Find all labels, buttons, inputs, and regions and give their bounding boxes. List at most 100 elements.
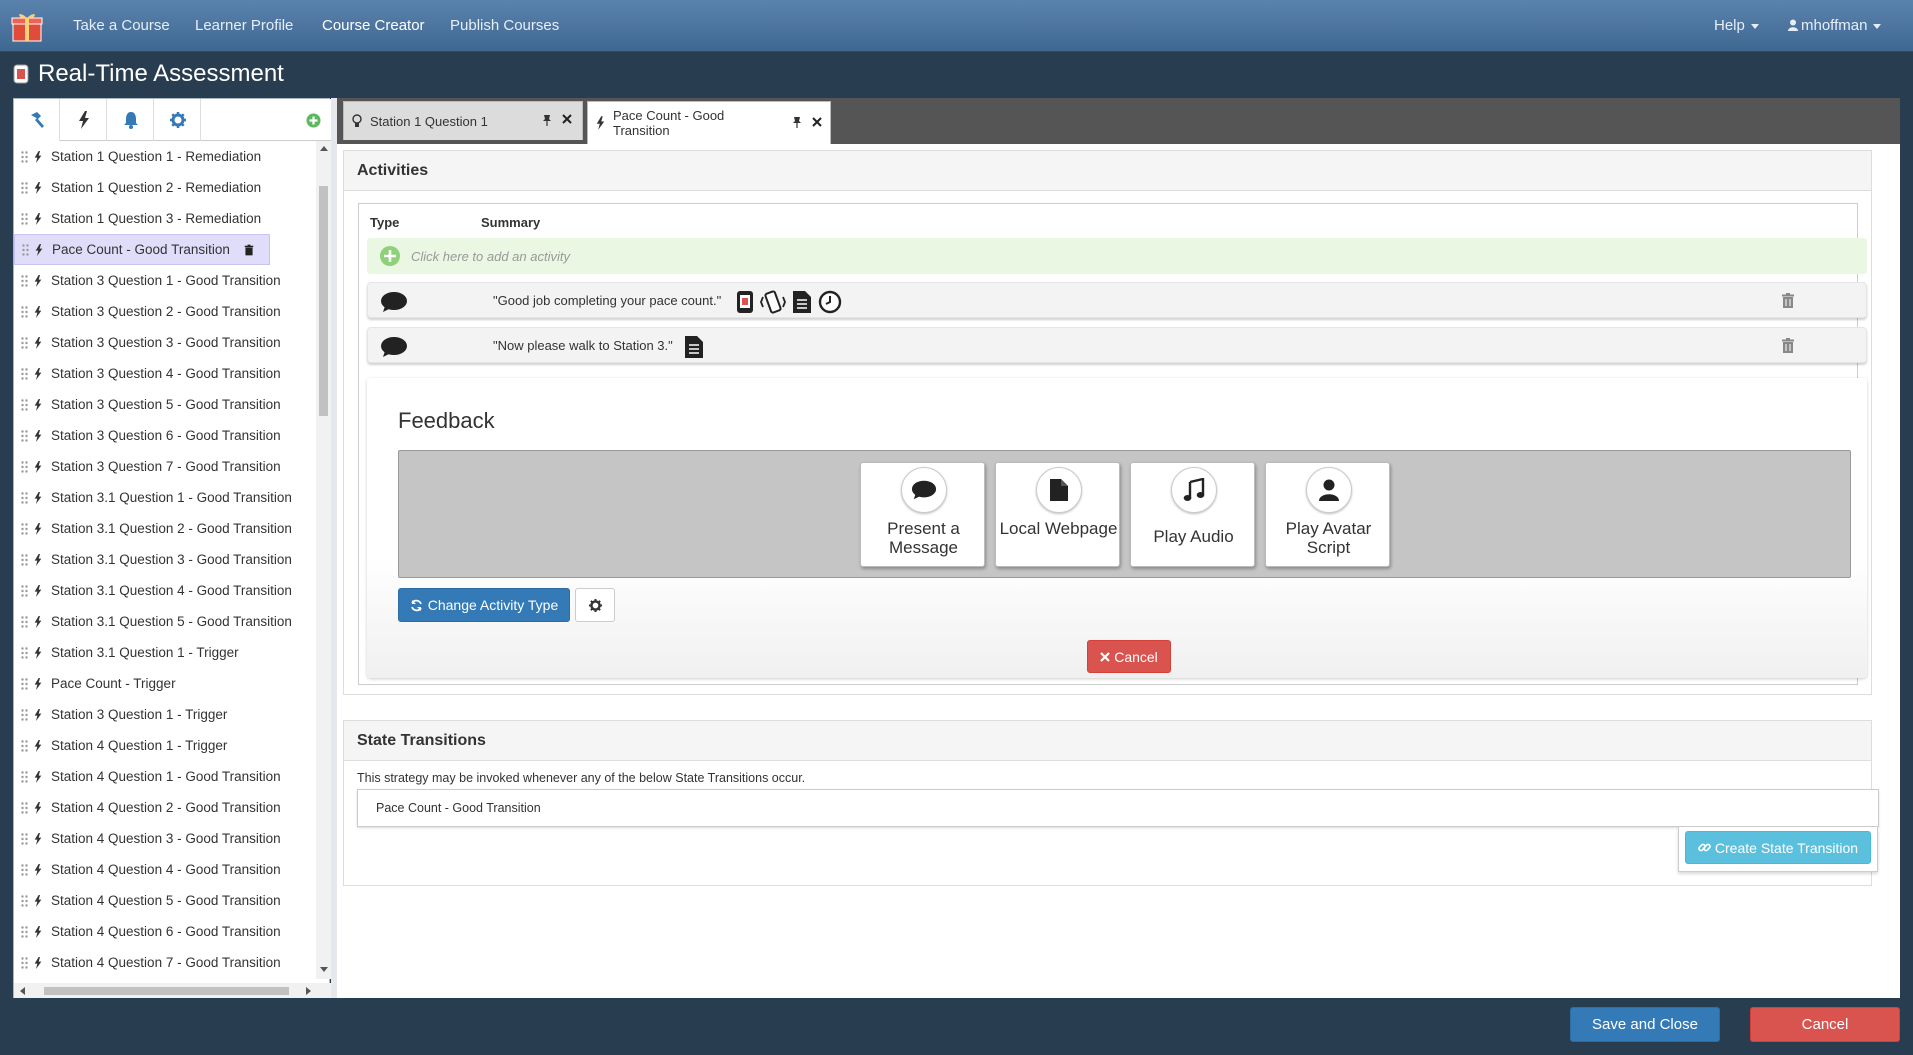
drag-handle-icon[interactable] — [20, 677, 28, 690]
pin-icon[interactable] — [541, 114, 553, 126]
delete-icon[interactable] — [244, 244, 254, 256]
add-strategy-button[interactable] — [298, 99, 328, 141]
sidebar-item[interactable]: Station 1 Question 3 - Remediation — [14, 203, 315, 234]
horizontal-scrollbar[interactable] — [14, 983, 331, 998]
sidebar-item[interactable]: Station 4 Question 4 - Good Transition — [14, 854, 315, 885]
nav-publish-courses[interactable]: Publish Courses — [450, 17, 559, 34]
sidebar-item[interactable]: Station 3 Question 2 - Good Transition — [14, 296, 315, 327]
scroll-up-icon[interactable] — [320, 146, 328, 151]
activity-settings-button[interactable] — [575, 588, 615, 622]
drag-handle-icon[interactable] — [20, 894, 28, 907]
drag-handle-icon[interactable] — [20, 460, 28, 473]
close-icon[interactable] — [562, 114, 572, 124]
drag-handle-icon[interactable] — [20, 801, 28, 814]
choice-play-audio[interactable]: Play Audio — [1130, 462, 1255, 567]
scroll-right-icon[interactable] — [306, 987, 311, 995]
drag-handle-icon[interactable] — [20, 150, 28, 163]
sidebar-item[interactable]: Station 1 Question 2 - Remediation — [14, 172, 315, 203]
cancel-activity-button[interactable]: Cancel — [1087, 640, 1171, 673]
drag-handle-icon[interactable] — [20, 739, 28, 752]
sidebar-item[interactable]: Station 3 Question 5 - Good Transition — [14, 389, 315, 420]
scroll-down-icon[interactable] — [320, 967, 328, 972]
drag-handle-icon[interactable] — [20, 181, 28, 194]
add-activity-row[interactable]: Click here to add an activity — [367, 238, 1867, 274]
sidebar-item[interactable]: Station 3 Question 7 - Good Transition — [14, 451, 315, 482]
sidebar-item[interactable]: Station 3.1 Question 3 - Good Transition — [14, 544, 315, 575]
drag-handle-icon[interactable] — [20, 336, 28, 349]
hscrollbar-thumb[interactable] — [44, 987, 289, 995]
scrollbar-thumb[interactable] — [319, 186, 328, 416]
bolt-icon — [34, 615, 42, 628]
bolt-button[interactable] — [61, 99, 107, 141]
drag-handle-icon[interactable] — [20, 832, 28, 845]
nav-course-creator[interactable]: Course Creator — [322, 17, 425, 34]
nav-learner-profile[interactable]: Learner Profile — [195, 17, 293, 34]
drag-handle-icon[interactable] — [20, 646, 28, 659]
tab-label: Station 1 Question 1 — [370, 113, 488, 129]
sidebar-item[interactable]: Station 3 Question 1 - Good Transition — [14, 265, 315, 296]
sidebar-item[interactable]: Station 4 Question 5 - Good Transition — [14, 885, 315, 916]
choice-present-message[interactable]: Present a Message — [860, 462, 985, 567]
sidebar-item[interactable]: Station 3 Question 6 - Good Transition — [14, 420, 315, 451]
drag-handle-icon[interactable] — [20, 305, 28, 318]
sidebar-item[interactable]: Station 3.1 Question 1 - Good Transition — [14, 482, 315, 513]
sidebar-item[interactable]: Station 1 Question 1 - Remediation — [14, 141, 315, 172]
drag-handle-icon[interactable] — [20, 863, 28, 876]
drag-handle-icon[interactable] — [20, 491, 28, 504]
bell-button[interactable] — [108, 99, 154, 141]
scroll-left-icon[interactable] — [20, 987, 25, 995]
state-transitions-title: State Transitions — [357, 732, 486, 749]
delete-activity-icon[interactable] — [1781, 338, 1795, 353]
tab-pace-count-good-transition[interactable]: Pace Count - Good Transition — [587, 101, 831, 144]
drag-handle-icon[interactable] — [20, 615, 28, 628]
sidebar-item[interactable]: Station 4 Question 2 - Good Transition — [14, 792, 315, 823]
drag-handle-icon[interactable] — [20, 212, 28, 225]
sidebar-item[interactable]: Station 3 Question 1 - Trigger — [14, 699, 315, 730]
hammer-button[interactable] — [14, 99, 60, 141]
sidebar-item[interactable]: Station 4 Question 3 - Good Transition — [14, 823, 315, 854]
drag-handle-icon[interactable] — [20, 925, 28, 938]
sidebar-item[interactable]: Station 3.1 Question 1 - Trigger — [14, 637, 315, 668]
help-menu[interactable]: Help — [1714, 17, 1759, 34]
sidebar-item[interactable]: Station 4 Question 1 - Good Transition — [14, 761, 315, 792]
vertical-scrollbar[interactable] — [316, 141, 331, 979]
drag-handle-icon[interactable] — [20, 398, 28, 411]
state-transition-item[interactable]: Pace Count - Good Transition — [357, 789, 1879, 827]
save-and-close-button[interactable]: Save and Close — [1570, 1007, 1720, 1042]
settings-button[interactable] — [155, 99, 201, 141]
user-menu[interactable]: mhoffman — [1788, 17, 1882, 34]
drag-handle-icon[interactable] — [20, 770, 28, 783]
drag-handle-icon[interactable] — [20, 708, 28, 721]
create-state-transition-button[interactable]: Create State Transition — [1685, 831, 1871, 864]
drag-handle-icon[interactable] — [20, 584, 28, 597]
change-activity-type-button[interactable]: Change Activity Type — [398, 588, 570, 622]
drag-handle-icon[interactable] — [20, 956, 28, 969]
sidebar-item[interactable]: Station 3.1 Question 5 - Good Transition — [14, 606, 315, 637]
drag-handle-icon[interactable] — [20, 522, 28, 535]
activity-row[interactable]: "Now please walk to Station 3." — [367, 327, 1867, 363]
sidebar-item[interactable]: Station 4 Question 7 - Good Transition — [14, 947, 315, 971]
activity-row[interactable]: "Good job completing your pace count." — [367, 282, 1867, 318]
drag-handle-icon[interactable] — [21, 243, 29, 256]
sidebar-item[interactable]: Pace Count - Good Transition — [14, 234, 270, 265]
cancel-button[interactable]: Cancel — [1750, 1007, 1900, 1042]
choice-play-avatar-script[interactable]: Play Avatar Script — [1265, 462, 1390, 567]
delete-activity-icon[interactable] — [1781, 293, 1795, 308]
close-icon[interactable] — [812, 117, 822, 127]
drag-handle-icon[interactable] — [20, 367, 28, 380]
tab-station-1-question-1[interactable]: Station 1 Question 1 — [343, 101, 583, 140]
sidebar-item[interactable]: Station 3 Question 4 - Good Transition — [14, 358, 315, 389]
gift-logo-icon[interactable] — [10, 9, 44, 43]
drag-handle-icon[interactable] — [20, 274, 28, 287]
sidebar-item[interactable]: Station 3 Question 3 - Good Transition — [14, 327, 315, 358]
choice-local-webpage[interactable]: Local Webpage — [995, 462, 1120, 567]
sidebar-item[interactable]: Pace Count - Trigger — [14, 668, 315, 699]
drag-handle-icon[interactable] — [20, 429, 28, 442]
nav-take-a-course[interactable]: Take a Course — [73, 17, 170, 34]
drag-handle-icon[interactable] — [20, 553, 28, 566]
sidebar-item[interactable]: Station 4 Question 1 - Trigger — [14, 730, 315, 761]
sidebar-item[interactable]: Station 3.1 Question 4 - Good Transition — [14, 575, 315, 606]
pin-icon[interactable] — [791, 116, 803, 128]
sidebar-item[interactable]: Station 4 Question 6 - Good Transition — [14, 916, 315, 947]
sidebar-item[interactable]: Station 3.1 Question 2 - Good Transition — [14, 513, 315, 544]
